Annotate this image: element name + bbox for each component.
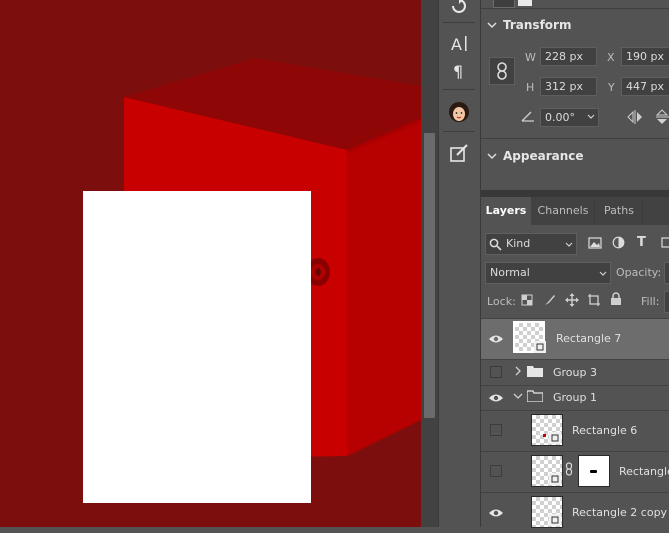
chevron-down-icon[interactable] xyxy=(565,242,573,248)
layer-name[interactable]: Rectangle 2 copy 2 xyxy=(572,506,669,519)
shape-layer-icon xyxy=(534,341,546,353)
tool-separator xyxy=(443,89,475,90)
height-label: H xyxy=(526,81,535,94)
chevron-down-icon[interactable] xyxy=(513,392,523,400)
layer-name[interactable]: Group 3 xyxy=(553,366,597,379)
tab-divider xyxy=(642,200,643,222)
kind-label: Kind xyxy=(506,237,531,250)
chevron-down-icon[interactable] xyxy=(599,271,607,277)
chevron-down-icon[interactable] xyxy=(487,151,497,161)
chevron-down-icon[interactable] xyxy=(487,20,497,30)
eye-icon[interactable] xyxy=(488,392,504,404)
layer-name[interactable]: Rectangle 7 xyxy=(556,332,621,345)
opacity-field[interactable] xyxy=(664,262,669,284)
rotate-tool-icon[interactable] xyxy=(446,0,472,18)
opacity-label: Opacity: xyxy=(616,266,662,279)
paragraph-icon[interactable]: ¶ xyxy=(446,58,472,84)
folder-icon xyxy=(527,390,543,402)
lock-all-icon[interactable] xyxy=(610,292,622,306)
shape-filter-icon[interactable] xyxy=(660,236,669,249)
flip-horizontal-icon[interactable] xyxy=(626,109,644,125)
x-field[interactable]: 190 px xyxy=(621,47,669,66)
width-field[interactable]: 228 px xyxy=(540,47,597,66)
transform-title: Transform xyxy=(503,18,572,32)
folder-icon xyxy=(527,366,543,377)
fill-field[interactable] xyxy=(664,291,669,313)
y-label: Y xyxy=(608,81,615,94)
tool-separator xyxy=(443,22,475,23)
lock-transparent-icon[interactable] xyxy=(521,294,533,306)
red-mark xyxy=(543,434,546,437)
tab-paths[interactable]: Paths xyxy=(596,197,642,225)
width-label: W xyxy=(525,51,536,64)
layer-mask-thumbnail[interactable] xyxy=(578,455,610,487)
document-canvas[interactable] xyxy=(0,0,421,527)
shape-layer-icon xyxy=(549,473,561,485)
tab-divider xyxy=(594,200,595,222)
lock-pixels-icon[interactable] xyxy=(543,293,557,307)
visibility-toggle-off[interactable] xyxy=(490,366,502,378)
lock-artboard-icon[interactable] xyxy=(587,293,601,307)
layer-name[interactable]: Group 1 xyxy=(553,391,597,404)
link-icon xyxy=(565,462,573,476)
fill-label: Fill: xyxy=(641,295,660,308)
svg-text:A: A xyxy=(451,35,462,54)
eye-icon[interactable] xyxy=(488,333,504,345)
top-partial-control[interactable] xyxy=(493,0,515,8)
shape-layer-icon xyxy=(549,432,561,444)
link-icon xyxy=(497,62,507,80)
tab-channels[interactable]: Channels xyxy=(532,197,594,225)
flip-vertical-icon[interactable] xyxy=(655,109,669,125)
visibility-toggle-off[interactable] xyxy=(490,465,502,477)
tab-layers[interactable]: Layers xyxy=(481,197,531,225)
type-tool-icon[interactable]: A xyxy=(446,31,472,57)
lock-label: Lock: xyxy=(487,295,516,308)
blend-mode-select[interactable]: Normal xyxy=(485,262,611,284)
scrollbar-thumb[interactable] xyxy=(424,133,435,418)
layer-name[interactable]: Rectangle xyxy=(619,465,669,478)
tool-separator xyxy=(443,131,475,132)
adjustment-filter-icon[interactable] xyxy=(612,236,625,249)
chevron-right-icon[interactable] xyxy=(514,366,522,376)
x-label: X xyxy=(607,51,615,64)
edit-note-icon[interactable] xyxy=(446,140,472,166)
visibility-toggle-off[interactable] xyxy=(490,424,502,436)
search-icon xyxy=(489,238,502,251)
layer-name[interactable]: Rectangle 6 xyxy=(572,424,637,437)
y-field[interactable]: 447 px xyxy=(621,77,669,96)
image-filter-icon[interactable] xyxy=(588,237,602,249)
eye-icon[interactable] xyxy=(488,507,504,519)
section-divider xyxy=(481,138,669,139)
avatar-icon[interactable] xyxy=(446,99,472,125)
top-partial-swatch[interactable] xyxy=(518,0,532,6)
shape-layer-icon xyxy=(549,514,561,526)
rectangle-7-shape[interactable] xyxy=(83,191,311,503)
type-filter-icon[interactable]: T xyxy=(637,235,646,250)
appearance-title: Appearance xyxy=(503,149,584,163)
svg-text:¶: ¶ xyxy=(453,62,463,81)
angle-icon xyxy=(521,111,534,122)
lock-position-icon[interactable] xyxy=(565,293,579,307)
panel-divider xyxy=(481,8,669,9)
link-dimensions-button[interactable] xyxy=(489,57,515,85)
chevron-down-icon[interactable] xyxy=(587,114,595,120)
height-field[interactable]: 312 px xyxy=(540,77,597,96)
mask-shape xyxy=(590,470,597,473)
